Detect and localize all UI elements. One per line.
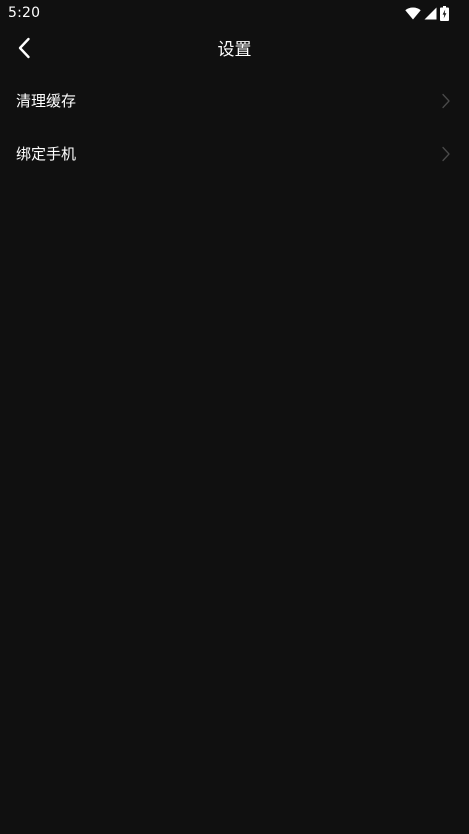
wifi-icon [405, 7, 421, 20]
settings-item-bind-phone[interactable]: 绑定手机 [0, 128, 469, 181]
status-icons [405, 5, 449, 21]
battery-charging-icon [440, 5, 449, 21]
settings-item-label: 清理缓存 [16, 92, 77, 110]
settings-screen: 5:20 设置 清理缓存 绑定手机 [0, 0, 469, 834]
status-bar: 5:20 [0, 0, 469, 26]
settings-list: 清理缓存 绑定手机 [0, 75, 469, 181]
page-title: 设置 [217, 40, 252, 60]
chevron-right-icon [441, 93, 451, 109]
toolbar: 设置 [0, 26, 469, 74]
settings-item-clear-cache[interactable]: 清理缓存 [0, 75, 469, 128]
status-time: 5:20 [8, 5, 41, 21]
cellular-signal-icon [424, 7, 437, 20]
chevron-right-icon [441, 146, 451, 162]
settings-item-label: 绑定手机 [16, 145, 77, 163]
